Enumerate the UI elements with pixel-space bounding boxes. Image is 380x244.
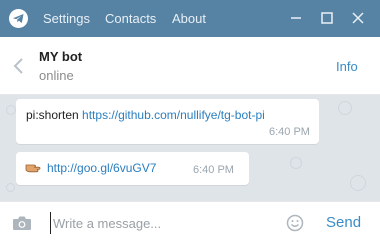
chat-header: MY bot online Info bbox=[0, 37, 380, 95]
chat-title: MY bot bbox=[39, 49, 83, 64]
background-pattern bbox=[350, 175, 366, 191]
message-input[interactable] bbox=[50, 212, 272, 234]
close-icon[interactable] bbox=[349, 9, 367, 27]
background-pattern bbox=[6, 105, 16, 115]
message-bubble: http://goo.gl/6vuGV7 6:40 PM bbox=[16, 152, 249, 185]
pointing-hand-icon bbox=[25, 164, 41, 173]
message-text: pi:shorten https://github.com/nullifye/t… bbox=[26, 108, 265, 122]
maximize-icon[interactable] bbox=[318, 9, 336, 27]
message-time: 6:40 PM bbox=[269, 126, 310, 138]
menu-settings[interactable]: Settings bbox=[43, 0, 90, 37]
message-link[interactable]: http://goo.gl/6vuGV7 bbox=[47, 161, 156, 175]
minimize-icon[interactable] bbox=[287, 9, 305, 27]
message-time: 6:40 PM bbox=[193, 164, 234, 176]
info-button[interactable]: Info bbox=[336, 59, 358, 74]
chat-status: online bbox=[39, 68, 74, 83]
message-bubble: pi:shorten https://github.com/nullifye/t… bbox=[16, 99, 319, 144]
message-list: pi:shorten https://github.com/nullifye/t… bbox=[0, 95, 380, 201]
message-link[interactable]: https://github.com/nullifye/tg-bot-pi bbox=[82, 108, 265, 122]
send-button[interactable]: Send bbox=[326, 214, 361, 231]
back-arrow-icon[interactable] bbox=[12, 56, 26, 76]
window-titlebar: Settings Contacts About bbox=[0, 0, 380, 37]
menu-about[interactable]: About bbox=[172, 0, 206, 37]
background-pattern bbox=[290, 157, 302, 169]
telegram-logo-icon bbox=[9, 9, 28, 28]
menu-contacts[interactable]: Contacts bbox=[105, 0, 156, 37]
background-pattern bbox=[6, 183, 15, 192]
message-composer: Send bbox=[0, 201, 380, 244]
message-command: pi:shorten bbox=[26, 108, 79, 122]
camera-icon[interactable] bbox=[11, 213, 33, 233]
background-pattern bbox=[338, 101, 352, 115]
emoji-icon[interactable] bbox=[286, 214, 304, 232]
